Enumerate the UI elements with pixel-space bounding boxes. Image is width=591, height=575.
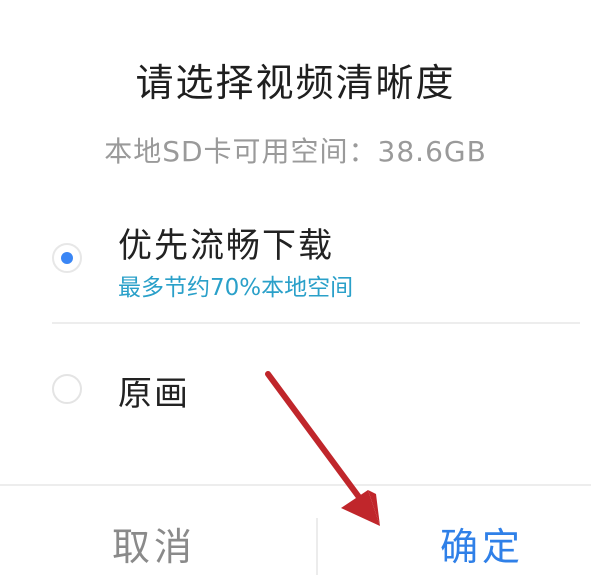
option-label: 原画 — [118, 374, 190, 414]
storage-info: 本地SD卡可用空间：38.6GB — [104, 135, 487, 168]
dialog-title: 请选择视频清晰度 — [135, 61, 456, 105]
cancel-button[interactable]: 取消 — [112, 516, 196, 571]
button-separator — [316, 518, 318, 575]
footer-divider — [0, 484, 591, 486]
option-description: 最多节约70%本地空间 — [118, 275, 354, 301]
option-divider — [52, 322, 580, 324]
option-label: 优先流畅下载 — [118, 226, 334, 266]
radio-checked-icon[interactable] — [52, 243, 82, 273]
quality-select-dialog: 请选择视频清晰度 本地SD卡可用空间：38.6GB 优先流畅下载 最多节约70%… — [0, 0, 591, 575]
confirm-button[interactable]: 确定 — [440, 516, 524, 571]
radio-unchecked-icon[interactable] — [52, 374, 82, 404]
